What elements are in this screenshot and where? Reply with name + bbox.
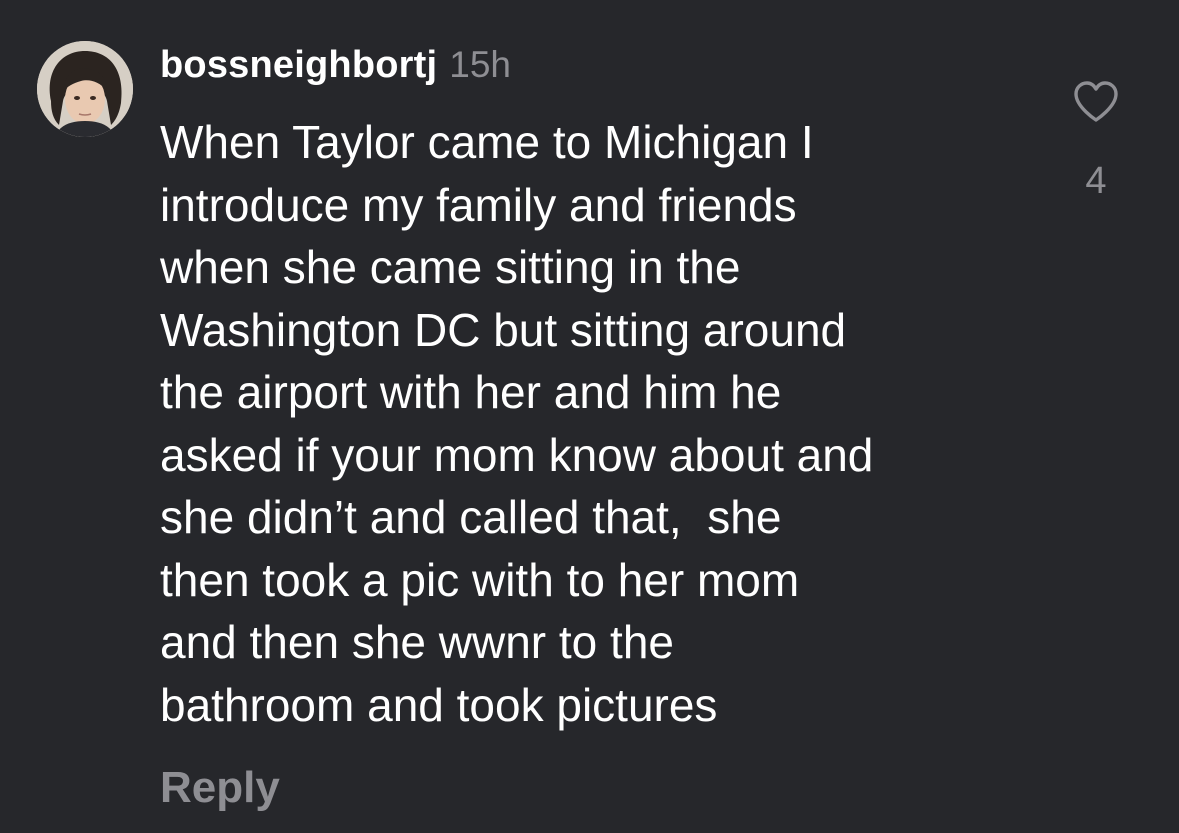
comment-text-line: Washington DC but sitting around	[160, 303, 847, 356]
avatar[interactable]	[37, 41, 133, 137]
like-control: 4	[1060, 80, 1132, 203]
like-count: 4	[1085, 160, 1107, 202]
heart-outline-icon[interactable]	[1072, 80, 1120, 124]
comment-text-line: introduce my family and friends	[160, 178, 797, 231]
comment-text-line: When Taylor came to Michigan I	[160, 116, 814, 168]
avatar-image	[37, 41, 133, 137]
comment-text-line: asked if your mom know about and	[160, 428, 874, 481]
comment-item: bossneighbortj 15h When Taylor came to M…	[0, 0, 1179, 833]
comment-text-line: and then she wwnr to the	[160, 616, 674, 668]
comment-text-line: the airport with her and him he	[160, 366, 782, 418]
timestamp: 15h	[449, 44, 511, 85]
comment-text-line: bathroom and took pictures	[160, 678, 718, 731]
comment-text-line: she didn’t and called that, she	[160, 491, 782, 543]
username[interactable]: bossneighbortj	[160, 44, 437, 87]
comment-header: bossneighbortj 15h	[160, 44, 511, 94]
reply-button[interactable]: Reply	[160, 763, 280, 813]
comment-text-line: then took a pic with to her mom	[160, 553, 800, 606]
comment-text: When Taylor came to Michigan I introduce…	[160, 111, 1040, 736]
comment-text-line: when she came sitting in the	[160, 241, 741, 293]
